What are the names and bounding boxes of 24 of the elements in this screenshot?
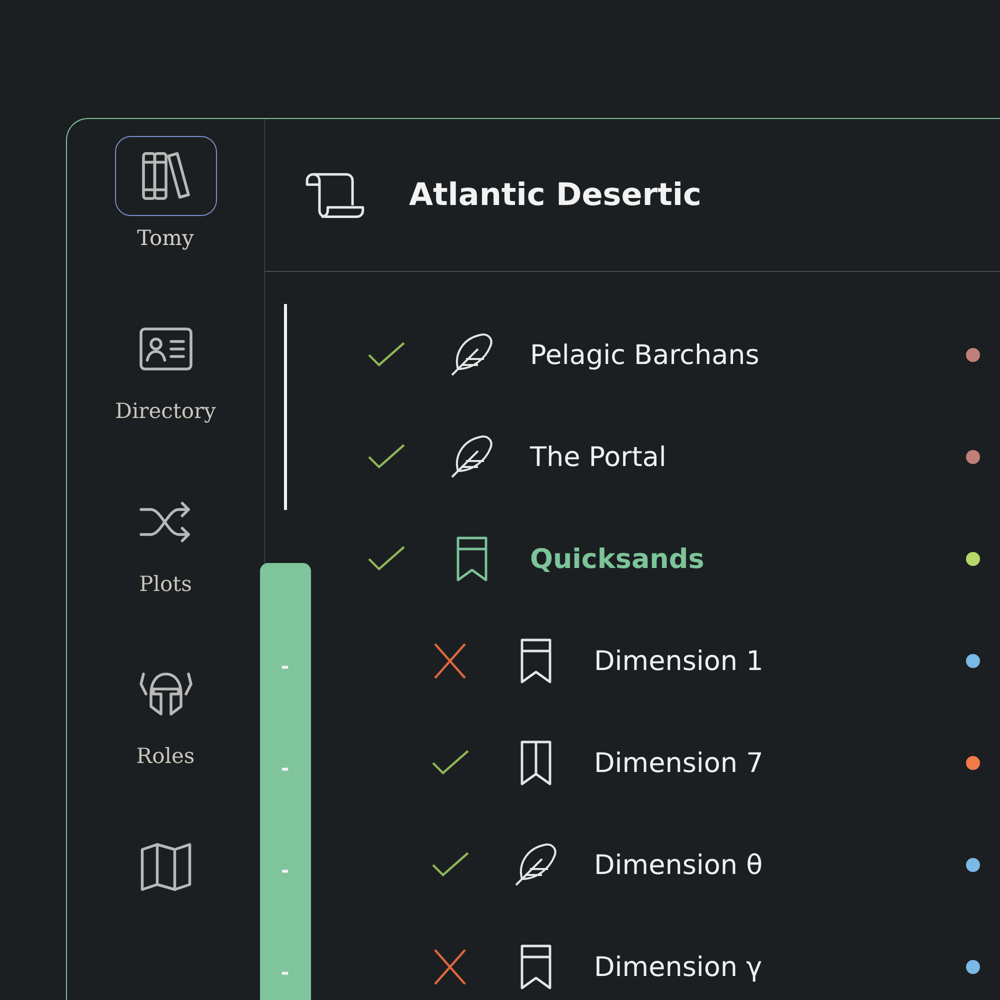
tree-item[interactable]: Dimension 7	[329, 712, 1000, 814]
scroll-icon	[305, 170, 367, 220]
child-marker: -	[280, 857, 290, 884]
nav-item[interactable]: Plots	[90, 482, 240, 654]
document-title: Atlantic Desertic	[409, 177, 702, 213]
item-name: Dimension 1	[594, 646, 764, 676]
child-marker: -	[280, 653, 290, 680]
item-name: Pelagic Barchans	[530, 340, 760, 370]
tree-item[interactable]: Pelagic Barchans	[329, 304, 1000, 406]
child-marker: -	[280, 959, 290, 986]
tree-item[interactable]: Dimension γ	[329, 916, 1000, 1000]
tree-item[interactable]: Dimension 1	[329, 610, 1000, 712]
child-marker: -	[280, 755, 290, 782]
nav-item[interactable]: Directory	[90, 308, 240, 482]
tree-item[interactable]: Quicksands	[329, 508, 1000, 610]
item-name: Dimension θ	[594, 850, 764, 880]
item-name: Dimension 7	[594, 748, 764, 778]
item-name: Dimension γ	[594, 952, 764, 982]
item-name: Quicksands	[530, 544, 706, 574]
tree-item[interactable]: The Portal	[329, 406, 1000, 508]
nav-item[interactable]: Tomy	[90, 136, 240, 309]
item-name: The Portal	[530, 442, 668, 472]
tree-item[interactable]: Dimension θ	[329, 814, 1000, 916]
nav-item[interactable]: Roles	[90, 654, 240, 828]
